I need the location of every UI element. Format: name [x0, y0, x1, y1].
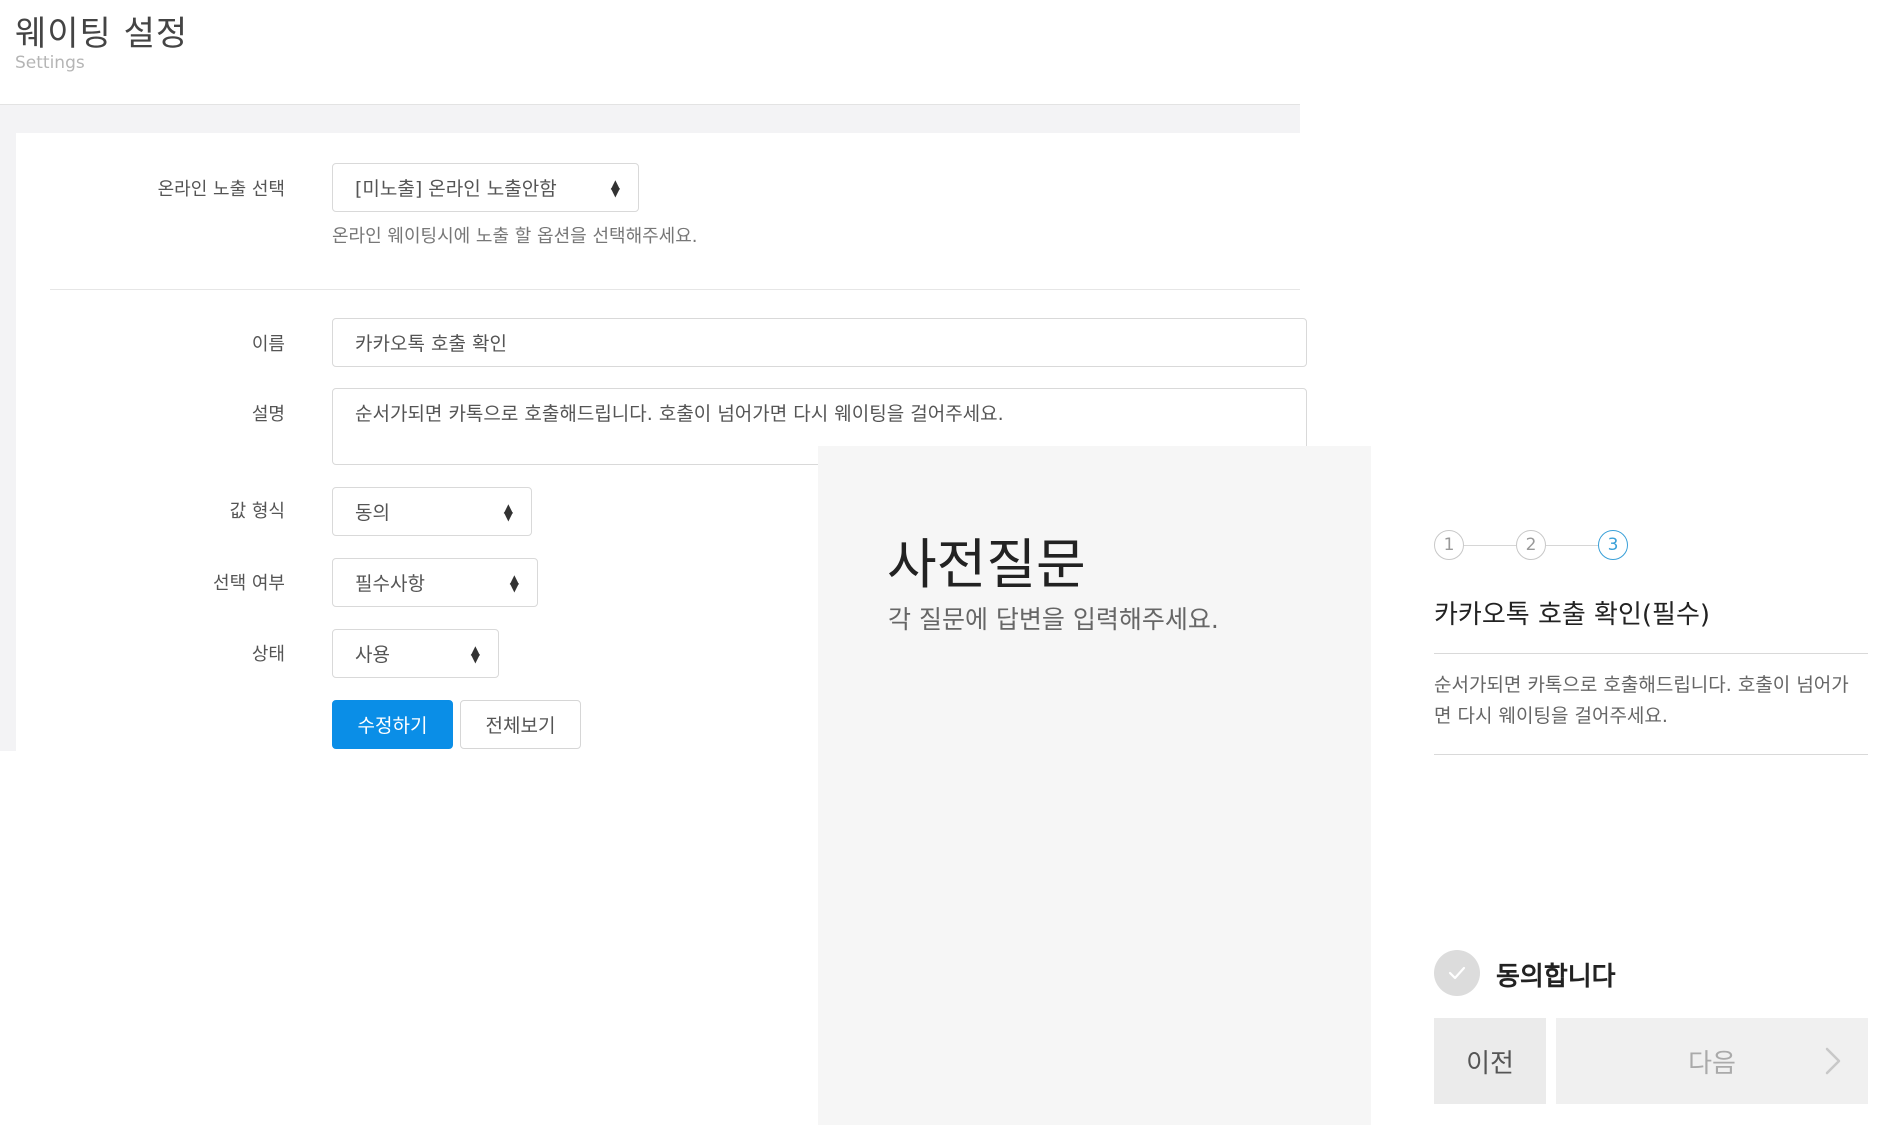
- question-divider: [1434, 653, 1868, 654]
- question-description: 순서가되면 카톡으로 호출해드립니다. 호출이 넘어가면 다시 웨이팅을 걸어주…: [1434, 674, 1849, 727]
- view-all-button[interactable]: 전체보기: [460, 700, 581, 749]
- next-button[interactable]: 다음: [1556, 1018, 1868, 1104]
- select-caret-icon: ▲ ▼: [503, 500, 513, 523]
- page-subtitle: Settings: [15, 53, 85, 73]
- agree-label[interactable]: 동의합니다: [1496, 956, 1616, 993]
- online-exposure-value: [미노출] 온라인 노출안함: [355, 178, 557, 200]
- status-select[interactable]: 사용 ▲ ▼: [332, 629, 499, 678]
- question-title: 카카오톡 호출 확인(필수): [1434, 600, 1711, 630]
- step-indicator-1: 1: [1434, 530, 1464, 560]
- step-connector: [1464, 545, 1516, 546]
- step-indicator-2: 2: [1516, 530, 1546, 560]
- question-divider: [1434, 754, 1868, 755]
- description-label: 설명: [251, 404, 285, 425]
- edit-button[interactable]: 수정하기: [332, 700, 453, 749]
- select-caret-icon: ▲ ▼: [470, 642, 480, 665]
- required-select[interactable]: 필수사항 ▲ ▼: [332, 558, 538, 607]
- preview-title: 사전질문: [887, 533, 1086, 596]
- value-format-value: 동의: [355, 502, 390, 524]
- next-button-label: 다음: [1688, 1048, 1736, 1079]
- step-indicator-3: 3: [1598, 530, 1628, 560]
- required-value: 필수사항: [355, 573, 425, 595]
- check-icon: [1448, 966, 1466, 980]
- required-label: 선택 여부: [213, 573, 285, 594]
- step-connector: [1546, 545, 1598, 546]
- description-textarea-value: 순서가되면 카톡으로 호출해드립니다. 호출이 넘어가면 다시 웨이팅을 걸어주…: [355, 403, 1004, 425]
- value-format-select[interactable]: 동의 ▲ ▼: [332, 487, 532, 536]
- agree-checkbox[interactable]: [1434, 950, 1480, 996]
- value-format-label: 값 형식: [229, 501, 285, 522]
- name-input[interactable]: 카카오톡 호출 확인: [332, 318, 1307, 367]
- online-exposure-select[interactable]: [미노출] 온라인 노출안함 ▲ ▼: [332, 163, 639, 212]
- status-value: 사용: [355, 644, 390, 666]
- preview-subtitle: 각 질문에 답변을 입력해주세요.: [888, 605, 1219, 634]
- name-label: 이름: [251, 334, 285, 355]
- online-exposure-help: 온라인 웨이팅시에 노출 할 옵션을 선택해주세요.: [332, 226, 698, 247]
- select-caret-icon: ▲ ▼: [509, 571, 519, 594]
- online-exposure-label: 온라인 노출 선택: [157, 179, 285, 200]
- prev-button[interactable]: 이전: [1434, 1018, 1546, 1104]
- page-title: 웨이팅 설정: [15, 14, 189, 54]
- select-caret-icon: ▲ ▼: [610, 176, 620, 199]
- section-divider: [50, 289, 1300, 290]
- name-input-value: 카카오톡 호출 확인: [355, 333, 507, 355]
- status-label: 상태: [251, 644, 285, 665]
- prev-button-label: 이전: [1466, 1048, 1514, 1079]
- chevron-right-icon: [1825, 1047, 1841, 1075]
